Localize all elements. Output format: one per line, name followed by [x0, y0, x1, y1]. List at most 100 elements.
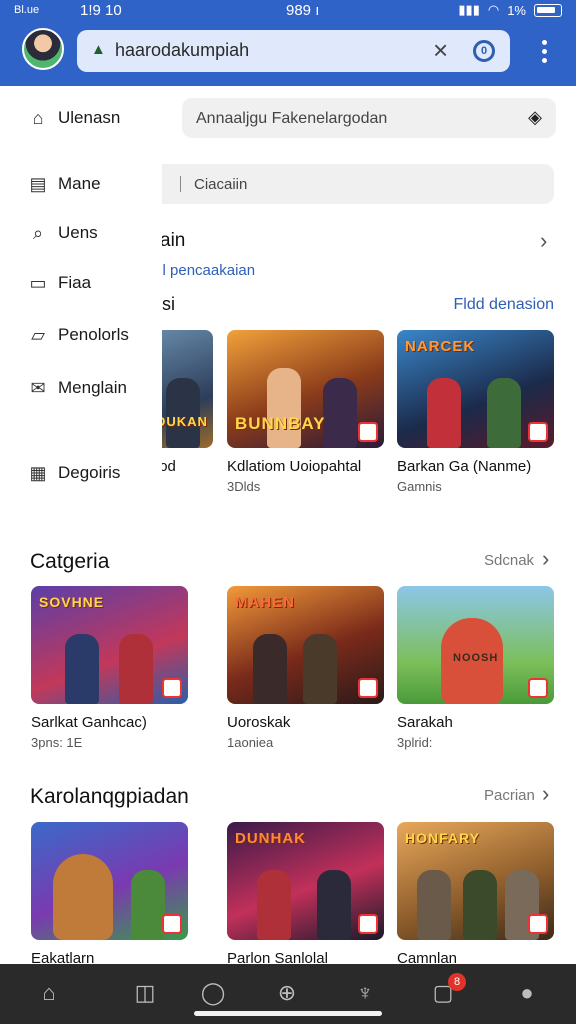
search-field-top[interactable]: Annaaljgu Fakenelargodan ◈: [182, 98, 556, 138]
drawer-item-label: Fiaa: [58, 273, 92, 292]
battery-icon: [534, 3, 562, 17]
close-icon[interactable]: ×: [433, 35, 448, 66]
location-pin-icon[interactable]: ◈: [528, 107, 542, 128]
book-icon[interactable]: ♆: [350, 978, 380, 1008]
section-subtitle-link[interactable]: a l pencaakaian: [150, 262, 255, 279]
drawer-item-degoiris[interactable]: ▦ Degoiris: [28, 463, 120, 483]
mail-icon: ✉: [30, 378, 46, 398]
row-see-more-link[interactable]: Fldd denasion: [453, 296, 554, 314]
drawer-item-label: Penolorls: [58, 325, 129, 344]
drawer-item-home[interactable]: ⌂ Ulenasn: [28, 108, 121, 128]
drawer-item-uens[interactable]: ⌕ Uens: [28, 223, 98, 243]
home-icon[interactable]: ⌂: [34, 978, 64, 1008]
home-indicator: [194, 1011, 382, 1016]
search-icon[interactable]: ◯: [198, 978, 228, 1008]
avatar[interactable]: [22, 28, 64, 70]
game-title[interactable]: Sarlkat Ganhcac): [31, 714, 188, 731]
doc-icon: ▭: [29, 273, 47, 293]
game-meta: 3Dlds: [227, 479, 261, 494]
battery-percent: 1%: [507, 2, 526, 18]
game-title[interactable]: Sarakah: [397, 714, 554, 731]
game-card[interactable]: Eakatlarn: [31, 822, 188, 967]
chevron-right-icon[interactable]: ›: [542, 781, 549, 807]
browser-toolbar: Bl.ue 1!9 10 989 ı ▮▮▮ ◠ 1% ▲ haarodakum…: [0, 0, 576, 86]
game-thumbnail[interactable]: NARCEK: [397, 330, 554, 448]
profile-icon[interactable]: ●: [512, 978, 542, 1008]
drawer-item-menglain[interactable]: ✉ Menglain: [28, 378, 127, 398]
drawer-item-label: Ulenasn: [58, 108, 121, 127]
status-icons: ▮▮▮ ◠ 1%: [458, 2, 562, 18]
store-badge-icon: [358, 914, 378, 934]
drawer-item-penolorls[interactable]: ▱ Penolorls: [28, 325, 129, 345]
screen: Bl.ue 1!9 10 989 ı ▮▮▮ ◠ 1% ▲ haarodakum…: [0, 0, 576, 1024]
game-meta: 3pns: 1E: [31, 735, 83, 750]
game-thumbnail[interactable]: SOVHNE: [31, 586, 188, 704]
library-icon[interactable]: ◫: [130, 978, 160, 1008]
section-title-partial: ain: [160, 230, 186, 251]
signal-icon: ▮▮▮: [458, 2, 480, 17]
drawer-item-label: Mane: [58, 174, 101, 193]
thumbnail-title: BUNNBAY: [235, 414, 326, 433]
game-card[interactable]: SOVHNE Sarlkat Ganhcac) 3pns: 1E: [31, 586, 188, 750]
store-badge-icon: [162, 914, 182, 934]
status-center-text: 989 ı: [286, 2, 320, 19]
more-menu-icon[interactable]: [538, 38, 550, 66]
calendar-icon: ▤: [29, 174, 47, 194]
thumbnail-title: DUKAN: [156, 414, 208, 429]
tab-count-button[interactable]: 0: [473, 40, 495, 62]
search-placeholder: Annaaljgu Fakenelargodan: [196, 110, 388, 127]
thumbnail-title: NOOSH: [453, 652, 499, 664]
chevron-right-icon[interactable]: ›: [542, 546, 549, 572]
chevron-right-icon[interactable]: ›: [540, 228, 547, 254]
game-thumbnail[interactable]: [31, 822, 188, 940]
game-card[interactable]: MAHEN Uoroskak 1aoniea: [227, 586, 384, 750]
game-card[interactable]: BUNNBAY Kdlatiom Uoiopahtal 3Dlds: [227, 330, 384, 494]
search-placeholder-secondary: Ciacaiin: [194, 176, 248, 193]
game-thumbnail[interactable]: HONFARY: [397, 822, 554, 940]
grid-icon: ▦: [29, 463, 47, 483]
store-badge-icon: [528, 678, 548, 698]
game-thumbnail[interactable]: BUNNBAY: [227, 330, 384, 448]
chat-icon: ▱: [31, 325, 45, 345]
game-thumbnail[interactable]: MAHEN: [227, 586, 384, 704]
section-title: Catgeria: [30, 550, 110, 573]
game-meta: 3plrid:: [397, 735, 433, 750]
game-card[interactable]: DUNHAK Parlon Sanlolal: [227, 822, 384, 967]
thumbnail-title: NARCEK: [405, 338, 476, 355]
store-badge-icon: [162, 678, 182, 698]
lock-icon: ▲: [91, 41, 106, 58]
game-title[interactable]: Kdlatiom Uoiopahtal: [227, 458, 384, 475]
thumbnail-title: SOVHNE: [39, 594, 105, 610]
drawer-item-fiaa[interactable]: ▭ Fiaa: [28, 273, 91, 293]
see-more-link[interactable]: Sdcnak: [484, 552, 534, 569]
section-title: Karolanqgpiadan: [30, 785, 189, 808]
side-drawer: ⌂ Ulenasn ▤ Mane ⌕ Uens ▭ Fiaa ▱ Penolor…: [0, 86, 162, 500]
status-bar: Bl.ue 1!9 10 989 ı ▮▮▮ ◠ 1%: [0, 0, 576, 24]
drawer-item-label: Uens: [58, 223, 98, 242]
search-field-secondary[interactable]: ⌕ Ciacaiin: [130, 164, 554, 204]
game-title[interactable]: Barkan Ga (Nanme): [397, 458, 554, 475]
carrier-label: Bl.ue: [14, 4, 40, 16]
wifi-icon: ◠: [487, 2, 500, 17]
game-card[interactable]: NOOSH Sarakah 3plrid:: [397, 586, 554, 750]
notification-badge: 8: [448, 973, 466, 991]
store-badge-icon: [528, 422, 548, 442]
game-card[interactable]: HONFARY Camnlan: [397, 822, 554, 967]
game-title[interactable]: Uoroskak: [227, 714, 384, 731]
divider: [180, 176, 181, 192]
url-text[interactable]: haarodakumpiah: [115, 40, 249, 61]
thumbnail-title: HONFARY: [405, 830, 480, 846]
see-more-link[interactable]: Pacrian: [484, 787, 535, 804]
home-icon: ⌂: [32, 108, 44, 128]
clock: 1!9 10: [80, 2, 122, 19]
drawer-item-mane[interactable]: ▤ Mane: [28, 174, 101, 194]
game-thumbnail[interactable]: DUNHAK: [227, 822, 384, 940]
store-badge-icon: [358, 422, 378, 442]
address-bar[interactable]: ▲ haarodakumpiah × 0: [77, 30, 510, 72]
game-meta: 1aoniea: [227, 735, 274, 750]
drawer-item-label: Menglain: [58, 378, 127, 397]
add-icon[interactable]: ⊕: [272, 978, 302, 1008]
game-thumbnail[interactable]: NOOSH: [397, 586, 554, 704]
game-card[interactable]: NARCEK Barkan Ga (Nanme) Gamnis: [397, 330, 554, 494]
thumbnail-title: MAHEN: [235, 594, 295, 611]
